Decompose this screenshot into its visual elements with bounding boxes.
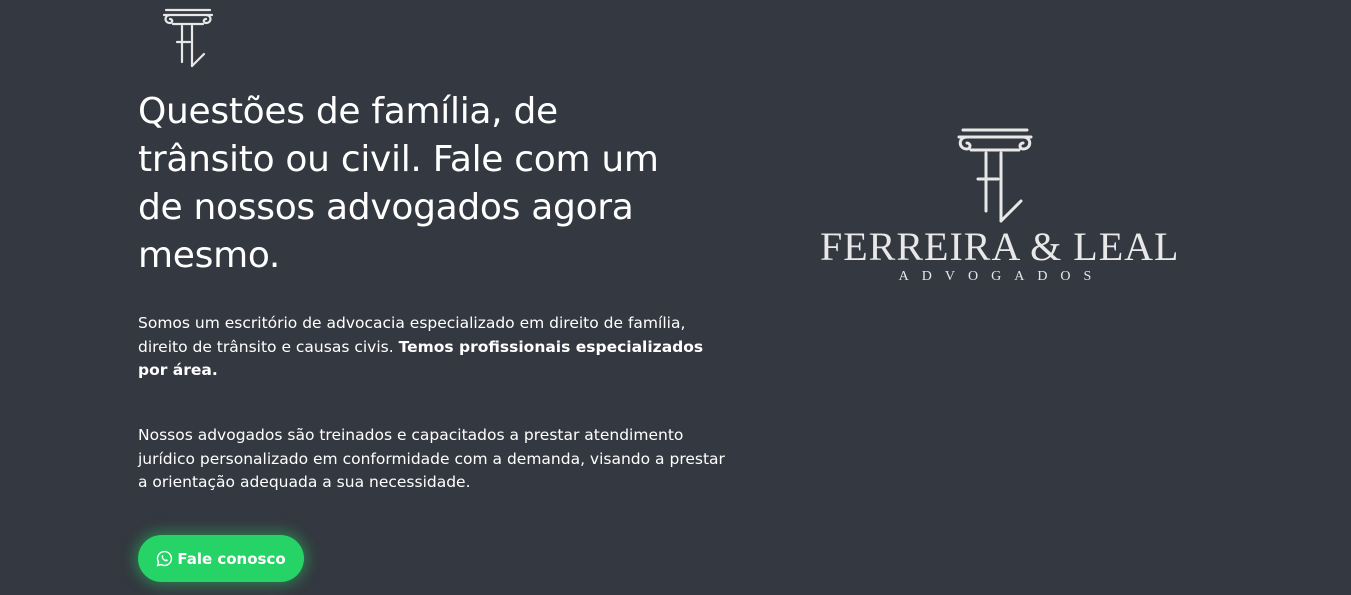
intro-paragraph: Somos um escritório de advocacia especia… — [138, 312, 728, 383]
brand-logo: FERREIRA & LEAL ADVOGADOS — [820, 125, 1180, 285]
description-paragraph: Nossos advogados são treinados e capacit… — [138, 426, 725, 491]
contact-button-label: Fale conosco — [177, 549, 286, 568]
brand-name: FERREIRA & LEAL — [820, 224, 1180, 269]
column-monogram-icon — [957, 128, 1033, 223]
contact-button[interactable]: Fale conosco — [138, 535, 304, 582]
page-title: Questões de família, de trânsito ou civi… — [138, 91, 659, 276]
whatsapp-icon — [156, 550, 173, 567]
column-monogram-icon[interactable] — [160, 6, 216, 68]
page: Questões de família, de trânsito ou civi… — [0, 0, 1351, 595]
brand-subtitle: ADVOGADOS — [898, 269, 1105, 284]
